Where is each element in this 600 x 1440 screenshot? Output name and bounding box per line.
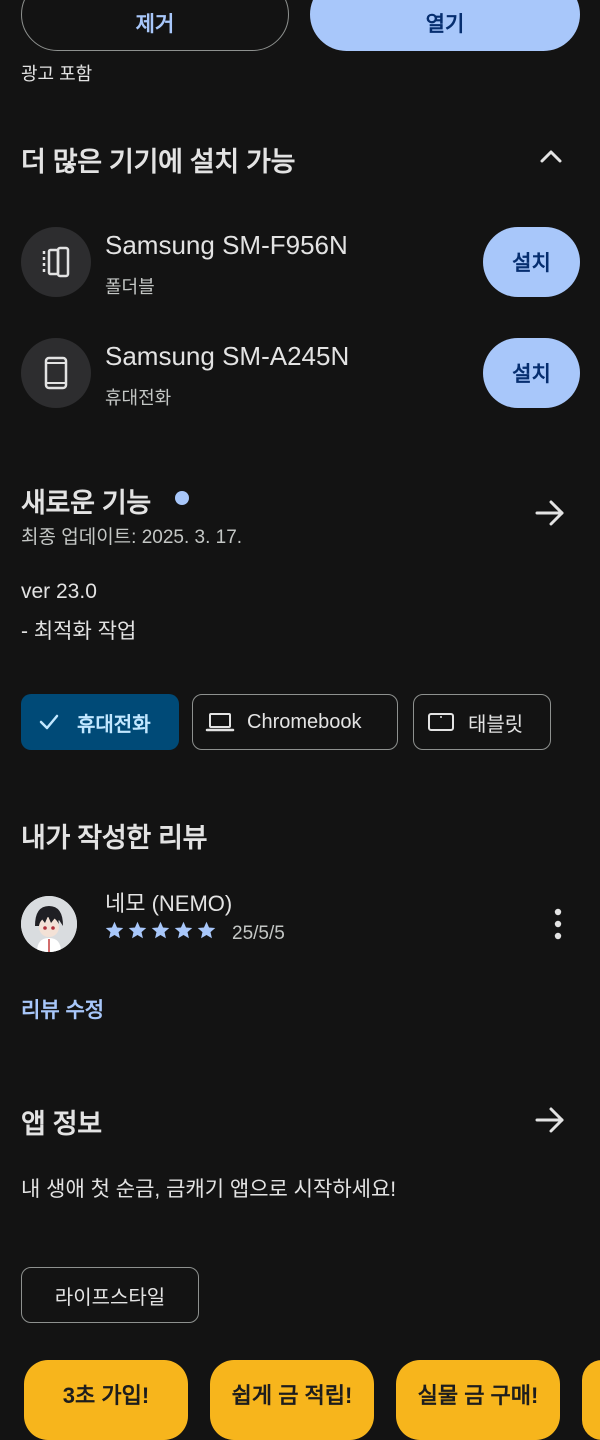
star-icon — [105, 921, 124, 939]
whats-new-updated: 최종 업데이트: 2025. 3. 17. — [21, 527, 243, 548]
release-notes: - 최적화 작업 — [21, 620, 137, 643]
star-rating — [104, 920, 217, 944]
ads-note: 광고 포함 — [21, 64, 93, 84]
check-icon — [37, 710, 61, 734]
star-icon — [128, 921, 147, 939]
arrow-right-icon[interactable] — [532, 495, 568, 531]
install-button-label: 설치 — [512, 252, 551, 275]
app-info-title: 앱 정보 — [21, 1109, 102, 1139]
whats-new-title: 새로운 기능 — [21, 488, 151, 518]
remove-button-label: 제거 — [135, 12, 175, 36]
star-icon — [151, 921, 170, 939]
foldable-icon — [21, 227, 91, 297]
chip-phone[interactable]: 휴대전화 — [21, 694, 179, 750]
install-button[interactable]: 설치 — [483, 338, 580, 408]
my-review-title: 내가 작성한 리뷰 — [21, 823, 208, 853]
install-button[interactable]: 설치 — [483, 227, 580, 297]
promo-card[interactable]: 실물 금 구매! — [396, 1360, 560, 1440]
promo-card[interactable]: 쉽게 금 적립! — [210, 1360, 374, 1440]
open-button-label: 열기 — [425, 12, 465, 36]
review-date: 25/5/5 — [232, 923, 285, 944]
tablet-icon — [426, 710, 456, 734]
category-label: 라이프스타일 — [54, 1286, 166, 1309]
chip-label: 휴대전화 — [77, 713, 151, 736]
category-chip[interactable]: 라이프스타일 — [21, 1267, 199, 1323]
chevron-up-icon[interactable] — [534, 140, 568, 174]
version-text: ver 23.0 — [21, 580, 97, 603]
chip-label: Chromebook — [247, 710, 362, 733]
device-name: Samsung SM-F956N — [105, 230, 348, 260]
install-button-label: 설치 — [512, 363, 551, 386]
chip-tablet[interactable]: 태블릿 — [413, 694, 551, 750]
remove-button[interactable]: 제거 — [21, 0, 289, 51]
chip-label: 태블릿 — [468, 713, 524, 736]
chip-chromebook[interactable]: Chromebook — [192, 694, 398, 750]
star-icon — [174, 921, 193, 939]
more-devices-title: 더 많은 기기에 설치 가능 — [21, 147, 296, 177]
phone-icon — [21, 338, 91, 408]
promo-card[interactable] — [582, 1360, 600, 1440]
app-description: 내 생애 첫 순금, 금캐기 앱으로 시작하세요! — [21, 1178, 397, 1201]
promo-card[interactable]: 3초 가입! — [24, 1360, 188, 1440]
avatar — [21, 896, 77, 952]
edit-review-link[interactable]: 리뷰 수정 — [21, 994, 104, 1024]
review-author: 네모 (NEMO) — [105, 891, 233, 916]
arrow-right-icon[interactable] — [532, 1102, 568, 1138]
laptop-icon — [205, 710, 235, 734]
more-vert-icon[interactable] — [546, 906, 570, 942]
device-type: 폴더블 — [105, 277, 155, 297]
star-icon — [197, 921, 216, 939]
new-indicator-dot — [175, 491, 189, 505]
open-button[interactable]: 열기 — [310, 0, 580, 51]
device-type: 휴대전화 — [105, 388, 172, 408]
device-name: Samsung SM-A245N — [105, 341, 350, 371]
